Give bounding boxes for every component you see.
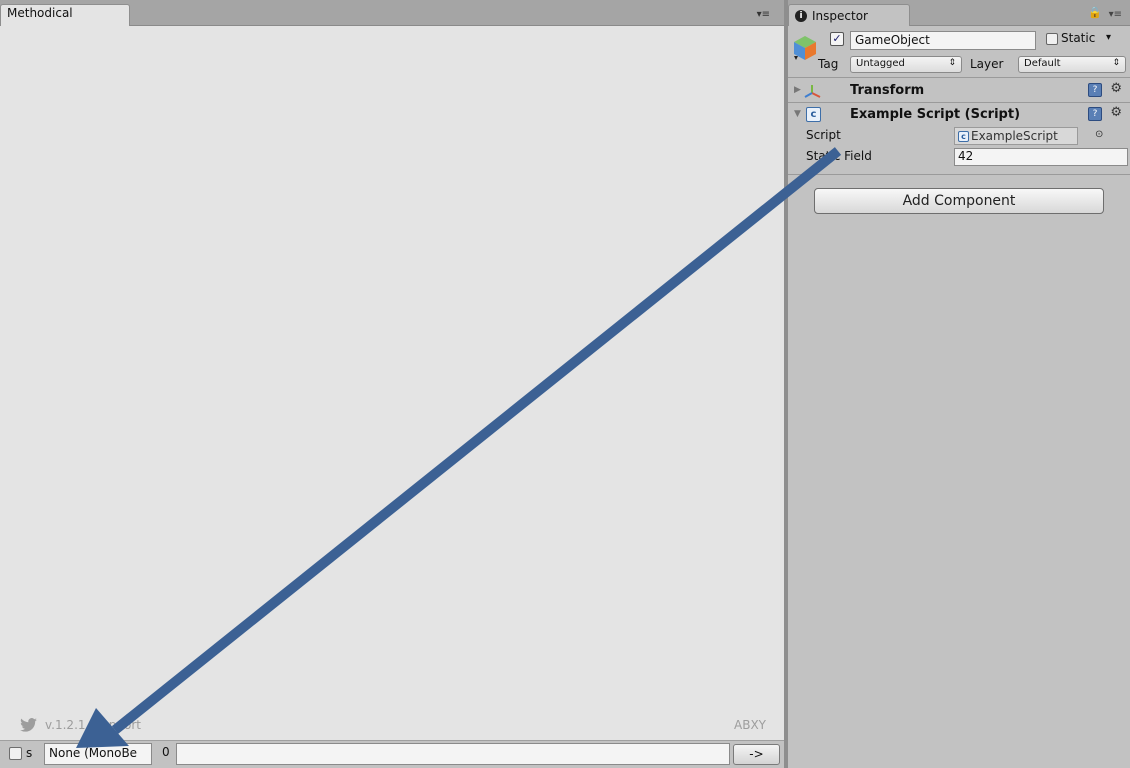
layer-label: Layer	[970, 57, 1004, 71]
object-picker-icon[interactable]: ⊙	[1095, 129, 1103, 140]
methodical-window: Methodical ▾≡ v.1.2.1 Support ABXY s Non…	[0, 0, 784, 768]
inspector-panel: i Inspector 🔒 ▾≡ ✓ GameObject Static ▾ T…	[788, 0, 1130, 768]
inspector-menu-icon[interactable]: ▾≡	[1109, 9, 1122, 20]
lock-icon[interactable]: 🔒	[1088, 6, 1102, 19]
script-property-row: Script c ExampleScript ⊙	[788, 126, 1130, 146]
help-icon[interactable]: ?	[1088, 83, 1102, 97]
script-icon: c	[806, 107, 821, 122]
script-reference-field[interactable]: c ExampleScript	[954, 127, 1078, 145]
tab-methodical[interactable]: Methodical	[0, 4, 130, 26]
inspector-tabstrip: i Inspector 🔒 ▾≡	[788, 0, 1130, 26]
gameobject-header: ✓ GameObject Static ▾ Tag Untagged ⇕ Lay…	[788, 26, 1130, 78]
tag-label: Tag	[818, 57, 839, 71]
version-text: v.1.2.1	[45, 718, 86, 732]
static-toggle-label: s	[26, 746, 33, 760]
divider	[788, 174, 1130, 175]
layer-value: Default	[1024, 58, 1061, 69]
twitter-icon[interactable]	[20, 718, 37, 732]
tab-inspector[interactable]: i Inspector	[788, 4, 910, 26]
help-icon[interactable]: ?	[1088, 107, 1102, 121]
layer-dropdown[interactable]: Default ⇕	[1018, 56, 1126, 73]
invoke-button[interactable]: ->	[733, 744, 780, 765]
brand-label[interactable]: ABXY	[734, 718, 766, 732]
script-file-icon: c	[958, 130, 969, 142]
static-checkbox[interactable]	[1046, 33, 1058, 45]
target-object-field[interactable]: None (MonoBe	[44, 743, 152, 765]
script-component-header[interactable]: ▼ c Example Script (Script) ? ⚙	[788, 103, 1130, 127]
fold-right-icon[interactable]: ▶	[794, 85, 801, 95]
tag-dropdown-arrow-icon: ⇕	[948, 58, 956, 68]
static-field-input[interactable]: 42	[954, 148, 1128, 166]
gameobject-cube-icon[interactable]	[792, 34, 818, 62]
transform-title: Transform	[850, 83, 925, 98]
gameobject-name-field[interactable]: GameObject	[850, 31, 1036, 50]
tab-menu-icon[interactable]: ▾≡	[757, 9, 770, 20]
gear-icon[interactable]: ⚙	[1110, 105, 1122, 120]
method-input[interactable]	[176, 743, 730, 765]
object-index: 0	[162, 745, 170, 759]
version-info: v.1.2.1 Support	[20, 718, 141, 732]
static-field-row: Static Field 42	[788, 147, 1130, 167]
methodical-canvas: v.1.2.1 Support ABXY	[0, 26, 784, 740]
layer-dropdown-arrow-icon: ⇕	[1112, 58, 1120, 68]
add-component-button[interactable]: Add Component	[814, 188, 1104, 214]
methodical-tabstrip: Methodical ▾≡	[0, 0, 784, 26]
support-link[interactable]: Support	[94, 718, 141, 732]
gear-icon[interactable]: ⚙	[1110, 81, 1122, 96]
static-toggle-checkbox[interactable]	[9, 747, 22, 760]
transform-axes-icon	[804, 85, 821, 98]
info-icon: i	[795, 9, 807, 22]
script-component-title: Example Script (Script)	[850, 107, 1021, 122]
tag-value: Untagged	[856, 58, 905, 69]
fold-down-icon[interactable]: ▼	[794, 109, 801, 119]
static-dropdown-icon[interactable]: ▾	[1106, 32, 1111, 43]
transform-component-header[interactable]: ▶ Transform ? ⚙	[788, 79, 1130, 103]
static-label: Static	[1061, 31, 1096, 45]
static-field-label: Static Field	[806, 149, 872, 163]
inspector-tab-label: Inspector	[812, 8, 868, 23]
invoke-bar: s None (MonoBe 0 ->	[0, 740, 784, 768]
active-checkbox[interactable]: ✓	[830, 32, 844, 46]
tag-dropdown[interactable]: Untagged ⇕	[850, 56, 962, 73]
script-reference-value: ExampleScript	[971, 129, 1058, 143]
script-property-label: Script	[806, 128, 841, 142]
